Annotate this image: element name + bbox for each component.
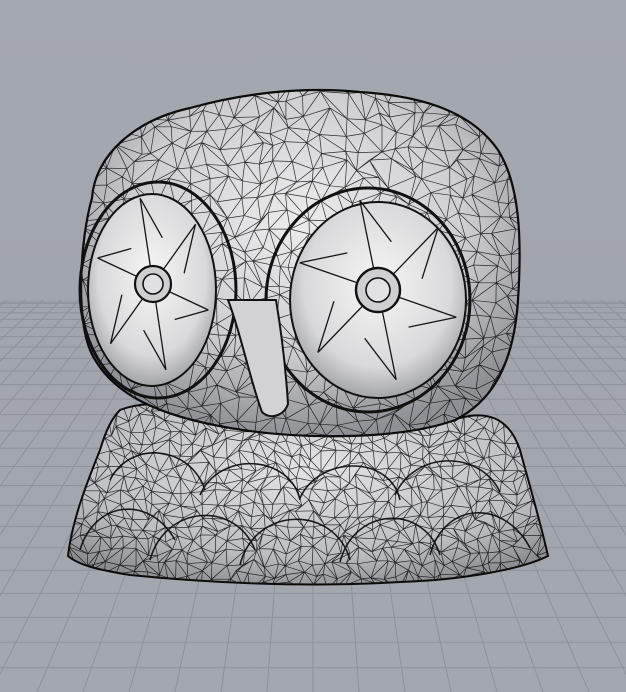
- left-eye: [78, 180, 238, 400]
- right-eye: [264, 186, 472, 414]
- 3d-viewport[interactable]: [0, 0, 626, 692]
- viewport-canvas[interactable]: [0, 0, 626, 692]
- owl-mesh[interactable]: [55, 74, 556, 591]
